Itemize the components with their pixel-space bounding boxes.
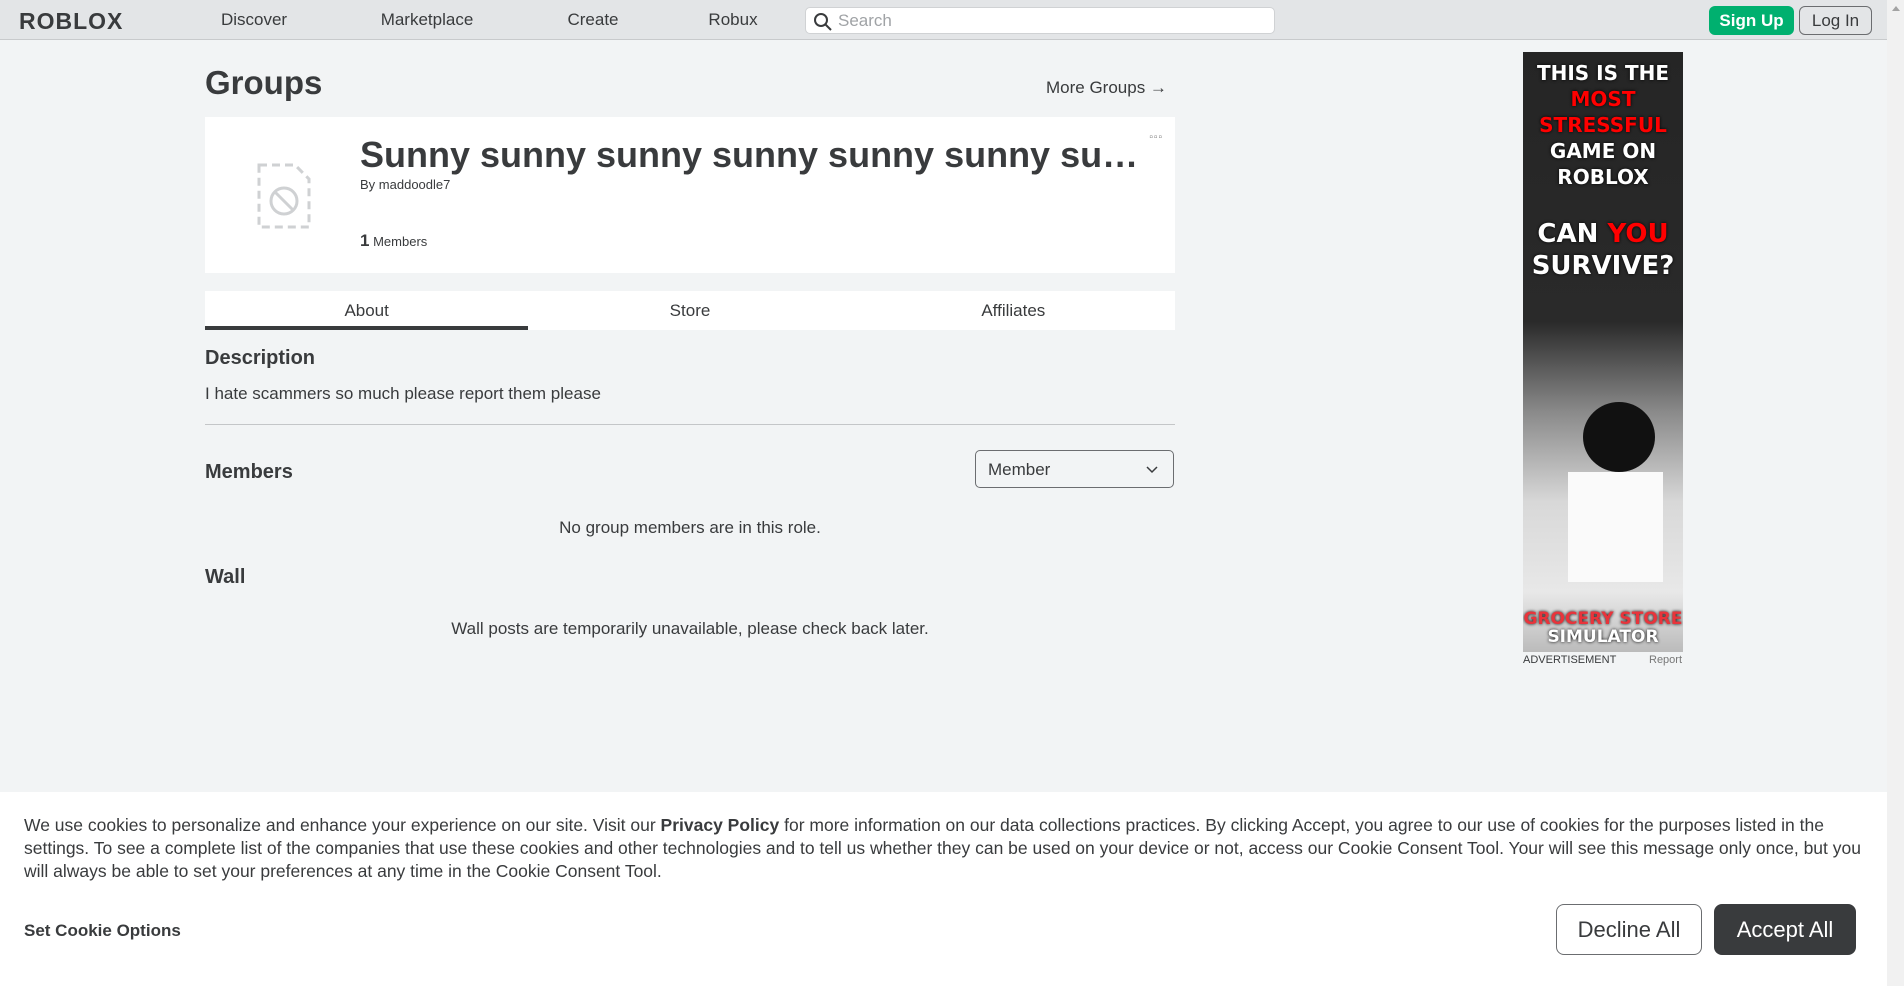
ad-text: YOU <box>1607 219 1669 249</box>
ad-text: ROBLOX <box>1557 165 1649 189</box>
ad-text: THIS IS THE <box>1536 61 1670 85</box>
role-dropdown[interactable]: Member <box>975 450 1174 488</box>
ellipsis-icon[interactable]: ▫▫▫ <box>1149 132 1163 143</box>
nav-create[interactable]: Create <box>567 10 618 30</box>
decline-all-button[interactable]: Decline All <box>1556 904 1702 955</box>
ad-text: STRESSFUL <box>1539 113 1667 137</box>
by-label: By <box>360 177 376 192</box>
search-input[interactable] <box>838 11 1258 31</box>
group-header-card: Sunny sunny sunny sunny sunny sunny sunn… <box>205 117 1175 273</box>
search-icon <box>814 13 832 31</box>
group-owner: By maddoodle7 <box>360 177 450 192</box>
role-selected: Member <box>988 460 1051 479</box>
group-name: Sunny sunny sunny sunny sunny sunny sunn… <box>360 134 1140 175</box>
game-logo: GROCERY STORE SIMULATOR <box>1523 610 1683 646</box>
privacy-policy-link[interactable]: Privacy Policy <box>661 815 780 835</box>
ad-text: GAME ON <box>1549 139 1657 163</box>
description-text: I hate scammers so much please report th… <box>205 384 601 403</box>
member-count: 1 Members <box>360 231 427 251</box>
sign-up-button[interactable]: Sign Up <box>1709 6 1794 35</box>
ad-text: MOST <box>1570 87 1636 111</box>
nav-discover[interactable]: Discover <box>221 10 287 30</box>
search-box[interactable] <box>805 7 1275 34</box>
member-count-value: 1 <box>360 231 370 250</box>
ad-text: CAN <box>1537 219 1599 249</box>
log-in-button[interactable]: Log In <box>1799 6 1872 35</box>
accept-all-button[interactable]: Accept All <box>1714 904 1856 955</box>
no-image-icon <box>257 163 311 229</box>
more-groups-link[interactable]: More Groups → <box>1046 78 1167 98</box>
game-logo-text: GROCERY STORE <box>1523 609 1683 629</box>
divider <box>205 424 1175 425</box>
cookie-text: We use cookies to personalize and enhanc… <box>24 814 1864 883</box>
ad-character <box>1583 402 1655 472</box>
nav-robux[interactable]: Robux <box>708 10 757 30</box>
tab-about[interactable]: About <box>205 291 529 330</box>
wall-text: Wall posts are temporarily unavailable, … <box>451 619 929 638</box>
advertisement-banner[interactable]: THIS IS THE MOST STRESSFUL GAME ON ROBLO… <box>1523 52 1683 652</box>
roblox-logo[interactable]: ROBLOX <box>19 8 123 35</box>
ad-report-link[interactable]: Report <box>1649 654 1682 666</box>
game-logo-text: SIMULATOR <box>1547 627 1659 647</box>
scroll-up-icon[interactable] <box>1892 6 1900 11</box>
ad-label: ADVERTISEMENT <box>1523 654 1617 666</box>
group-tabs: About Store Affiliates <box>205 291 1175 330</box>
set-cookie-options-button[interactable]: Set Cookie Options <box>24 921 181 941</box>
cookie-banner: We use cookies to personalize and enhanc… <box>0 792 1887 986</box>
cookie-text-part: We use cookies to personalize and enhanc… <box>24 815 661 835</box>
members-empty: No group members are in this role. <box>559 518 821 537</box>
ad-text: SURVIVE? <box>1531 251 1675 281</box>
wall-heading: Wall <box>205 566 246 588</box>
owner-link[interactable]: maddoodle7 <box>379 177 451 192</box>
ad-text: CAN YOU <box>1523 218 1683 250</box>
tab-affiliates[interactable]: Affiliates <box>852 291 1175 330</box>
tab-store[interactable]: Store <box>528 291 851 330</box>
members-label: Members <box>373 234 428 249</box>
ad-character <box>1568 472 1663 582</box>
page-title: Groups <box>205 64 323 101</box>
nav-marketplace[interactable]: Marketplace <box>381 10 474 30</box>
scrollbar[interactable] <box>1887 0 1904 986</box>
description-heading: Description <box>205 347 316 369</box>
top-nav: ROBLOX Discover Marketplace Create Robux… <box>0 0 1887 40</box>
members-heading: Members <box>205 461 293 483</box>
chevron-down-icon <box>1146 466 1158 474</box>
